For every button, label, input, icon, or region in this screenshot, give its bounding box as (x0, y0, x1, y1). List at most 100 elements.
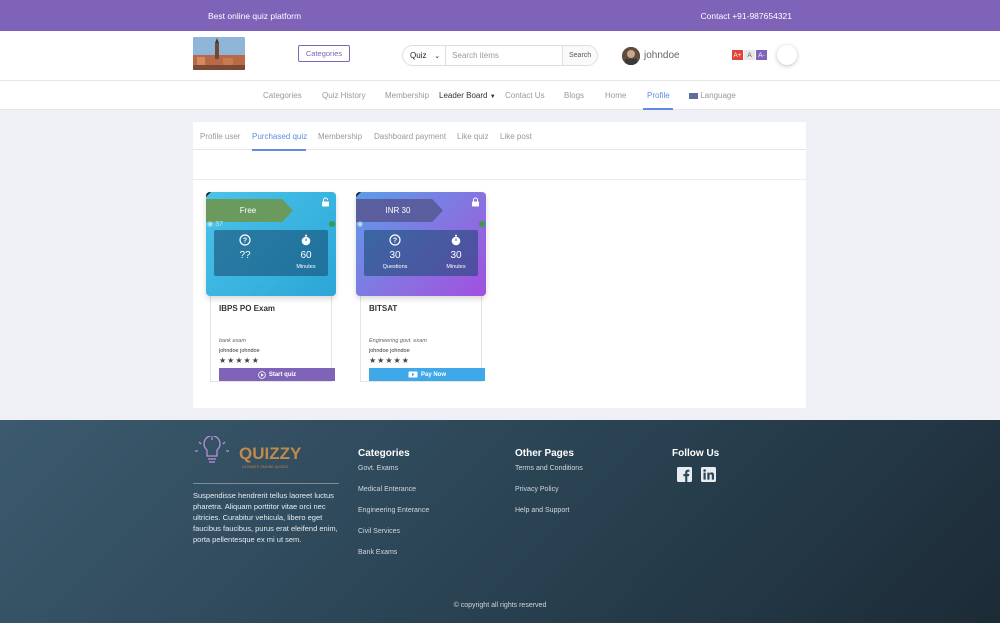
quiz-category: bank exam (219, 338, 246, 344)
question-icon: ? (239, 234, 251, 246)
nav-item-language[interactable]: Language (689, 91, 736, 100)
question-icon: ? (389, 234, 401, 246)
font-decrease-button[interactable]: A- (756, 50, 767, 60)
quiz-stats: ? ?? 60 Minutes (214, 230, 328, 276)
start-quiz-button[interactable]: Start quiz (219, 368, 335, 381)
tab-active-indicator (252, 149, 306, 151)
nav-item-categories[interactable]: Categories (263, 91, 302, 100)
categories-button[interactable]: Categories (298, 45, 350, 62)
profile-panel: Profile user Purchased quiz Membership D… (193, 122, 806, 408)
font-normal-button[interactable]: A (744, 50, 755, 60)
stopwatch-icon (301, 234, 311, 246)
tagline: Best online quiz platform (208, 11, 302, 21)
price-ribbon: INR 30 (356, 199, 443, 222)
footer-link-civil[interactable]: Civil Services (358, 528, 400, 535)
flag-icon (689, 92, 698, 99)
price-ribbon: Free (206, 199, 293, 222)
status-dot (329, 221, 335, 227)
lock-icon (472, 197, 479, 207)
svg-text:?: ? (243, 238, 247, 245)
question-label: Questions (382, 264, 408, 270)
corner-mark (356, 192, 361, 197)
tab-like-post[interactable]: Like post (500, 132, 532, 141)
quiz-category: Engineering govt. exam (369, 338, 427, 344)
view-count: ◉ (357, 220, 365, 228)
stopwatch-icon (451, 234, 461, 246)
search-input[interactable] (446, 46, 563, 65)
quiz-author: johndoe johndoe (219, 348, 260, 354)
quiz-author: johndoe johndoe (369, 348, 410, 354)
pay-now-label: Pay Now (420, 371, 446, 378)
nav-item-quiz-history[interactable]: Quiz History (322, 91, 366, 100)
nav-item-profile[interactable]: Profile (647, 91, 670, 100)
footer-link-bank[interactable]: Bank Exams (358, 549, 397, 556)
footer-divider (193, 483, 339, 484)
quiz-card-body: IBPS PO Exam bank exam johndoe johndoe ★… (210, 294, 335, 382)
duration-value: 60 (300, 250, 312, 261)
quiz-title[interactable]: BITSAT (369, 304, 397, 313)
search-bar: Quiz ⌄ Search (402, 45, 598, 66)
tab-purchased-quiz[interactable]: Purchased quiz (252, 132, 307, 141)
quiz-card-header: INR 30 ◉ ? 30 Questions 30 Minutes (356, 192, 486, 296)
search-type-value: Quiz (410, 51, 427, 60)
main-nav: Categories Quiz History Membership Leade… (0, 81, 1000, 110)
nav-item-leader-board[interactable]: Leader Board ▼ (439, 91, 496, 100)
footer-link-engineering[interactable]: Engineering Enterance (358, 507, 429, 514)
footer-link-help[interactable]: Help and Support (515, 507, 569, 514)
nav-item-membership[interactable]: Membership (385, 91, 429, 100)
site-logo-image[interactable] (193, 37, 245, 70)
footer-follow-heading: Follow Us (672, 448, 720, 459)
logo-text: QUIZZY (239, 444, 302, 463)
status-dot (479, 221, 485, 227)
svg-text:?: ? (393, 238, 397, 245)
footer-about: Suspendisse hendrerit tellus laoreet luc… (193, 491, 338, 544)
profile-tabs: Profile user Purchased quiz Membership D… (193, 122, 806, 151)
play-icon (258, 370, 266, 379)
tab-membership[interactable]: Membership (318, 132, 362, 141)
rating-stars: ★★★★★ (219, 356, 260, 365)
nav-item-language-label: Language (700, 91, 736, 100)
quizzy-logo[interactable]: QUIZZY ULTIMATE ONLINE QUIZES (193, 436, 313, 478)
footer-link-privacy[interactable]: Privacy Policy (515, 486, 559, 493)
contact-info: Contact +91-987654321 (700, 11, 792, 21)
quiz-title[interactable]: IBPS PO Exam (219, 304, 275, 313)
tab-dashboard-payment[interactable]: Dashboard payment (374, 132, 446, 141)
divider (193, 179, 806, 180)
pay-now-button[interactable]: Pay Now (369, 368, 485, 381)
rating-stars: ★★★★★ (369, 356, 410, 365)
font-size-controls: A+ A A- (732, 50, 767, 60)
nav-item-leader-board-label: Leader Board (439, 91, 488, 100)
search-button[interactable]: Search (562, 46, 597, 65)
header: Categories Quiz ⌄ Search johndoe A+ A A- (0, 31, 1000, 81)
unlock-icon (322, 197, 329, 207)
nav-active-indicator (643, 108, 673, 110)
avatar[interactable] (622, 47, 640, 65)
duration-value: 30 (450, 250, 462, 261)
quiz-card[interactable]: BITSAT Engineering govt. exam johndoe jo… (356, 192, 494, 384)
tab-profile-user[interactable]: Profile user (200, 132, 240, 141)
corner-mark (206, 192, 211, 197)
copyright: © copyright all rights reserved (453, 602, 547, 609)
chevron-down-icon: ⌄ (434, 52, 441, 60)
linkedin-icon[interactable] (701, 467, 716, 482)
facebook-icon[interactable] (677, 467, 692, 482)
start-quiz-label: Start quiz (268, 371, 297, 378)
view-count: ◉ 37 (207, 220, 223, 229)
top-bar: Best online quiz platform Contact +91-98… (0, 0, 1000, 31)
font-increase-button[interactable]: A+ (732, 50, 743, 60)
quiz-card-header: Free ◉ 37 ? ?? 60 Minutes (206, 192, 336, 296)
footer-link-govt-exams[interactable]: Govt. Exams (358, 465, 398, 472)
eye-icon: ◉ (207, 221, 214, 228)
nav-item-blogs[interactable]: Blogs (564, 91, 584, 100)
search-type-select[interactable]: Quiz ⌄ (403, 46, 447, 65)
nav-item-contact-us[interactable]: Contact Us (505, 91, 545, 100)
theme-toggle[interactable] (777, 45, 797, 65)
quiz-card-body: BITSAT Engineering govt. exam johndoe jo… (360, 294, 485, 382)
quiz-card[interactable]: IBPS PO Exam bank exam johndoe johndoe ★… (206, 192, 344, 384)
footer-link-medical[interactable]: Medical Enterance (358, 486, 416, 493)
username[interactable]: johndoe (644, 50, 680, 61)
nav-item-home[interactable]: Home (605, 91, 626, 100)
tab-like-quiz[interactable]: Like quiz (457, 132, 489, 141)
footer-link-terms[interactable]: Terms and Conditions (515, 465, 583, 472)
footer-other-heading: Other Pages (515, 448, 574, 459)
